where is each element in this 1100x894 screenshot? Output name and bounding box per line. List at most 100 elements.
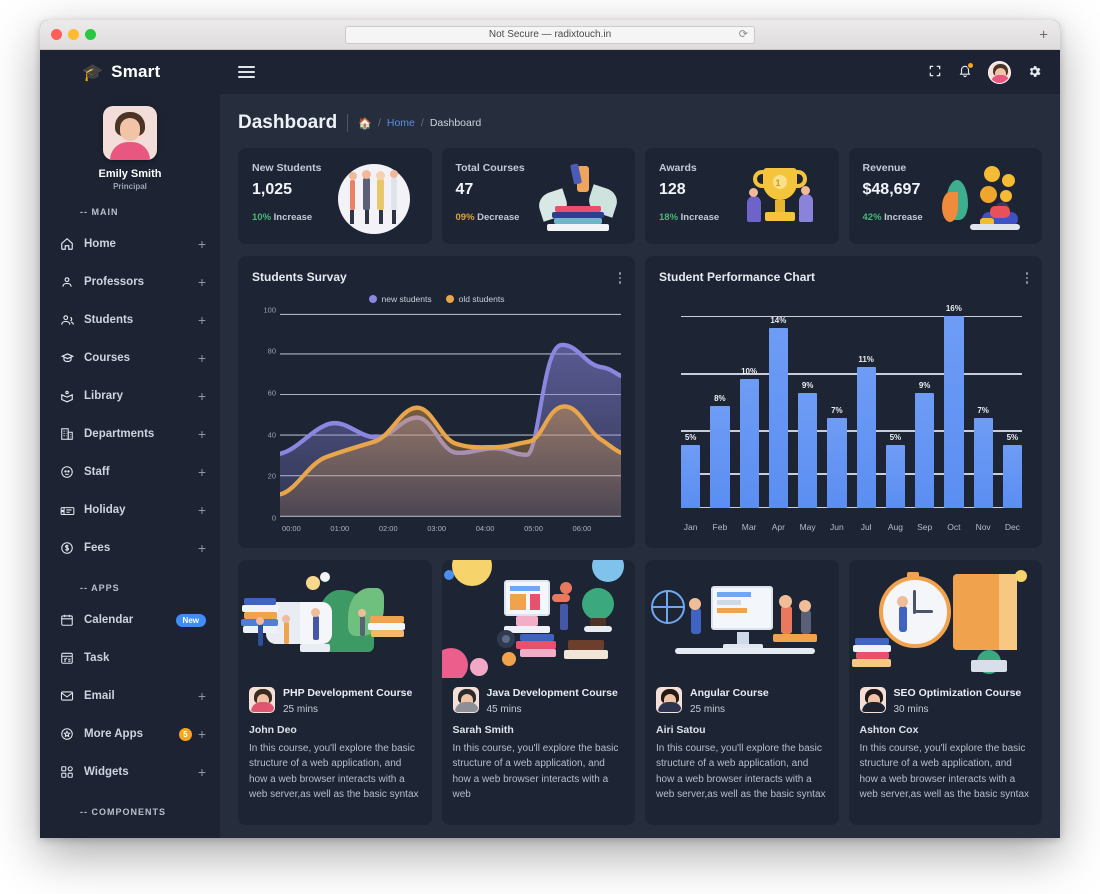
sidebar-item-label: More Apps: [84, 728, 143, 740]
legend-dot: [445, 294, 454, 303]
sidebar-item-staff[interactable]: Staff +: [40, 453, 220, 491]
avatar[interactable]: [103, 106, 157, 160]
expand-plus-icon[interactable]: +: [198, 351, 206, 365]
staff-face-icon: [60, 465, 84, 479]
expand-plus-icon[interactable]: +: [198, 275, 206, 289]
window-controls[interactable]: [51, 29, 96, 40]
stat-card-awards[interactable]: Awards 128 18% Increase 1: [645, 148, 839, 244]
students-survey-chart-card: Students Survay new students old student…: [238, 256, 635, 548]
bar[interactable]: [885, 444, 905, 508]
sidebar-item-library[interactable]: Library +: [40, 377, 220, 415]
expand-plus-icon[interactable]: +: [198, 465, 206, 479]
sidebar-item-departments[interactable]: Departments +: [40, 415, 220, 453]
expand-plus-icon[interactable]: +: [198, 765, 206, 779]
expand-plus-icon[interactable]: +: [198, 389, 206, 403]
area-chart-plot: 100 80 60 40 20 0 00:00 01:00 02:00 03:0…: [252, 305, 624, 541]
sidebar-item-label: Staff: [84, 466, 110, 478]
bar[interactable]: [739, 379, 759, 508]
expand-plus-icon[interactable]: +: [198, 727, 206, 741]
stat-label: New Students: [252, 162, 322, 174]
sidebar-item-widgets[interactable]: Widgets +: [40, 753, 220, 791]
bar[interactable]: [681, 444, 701, 508]
bar[interactable]: [768, 328, 788, 508]
legend-item-new-students[interactable]: new students: [368, 294, 432, 304]
sidebar-item-students[interactable]: Students +: [40, 301, 220, 339]
maximize-window-button[interactable]: [85, 29, 96, 40]
course-card[interactable]: Angular Course 25 mins Airi Satou In thi…: [645, 560, 839, 825]
sidebar-item-home[interactable]: Home +: [40, 225, 220, 263]
sidebar-item-task[interactable]: Task: [40, 639, 220, 677]
bar[interactable]: [856, 366, 876, 508]
x-axis-labels: 00:00 01:00 02:00 03:00 04:00 05:00 06:0…: [282, 524, 621, 540]
sidebar-item-calendar[interactable]: Calendar New: [40, 601, 220, 639]
task-list-icon: [60, 651, 84, 665]
bar[interactable]: [710, 405, 730, 508]
books-reading-illustration: [238, 560, 432, 678]
breadcrumb-link-home[interactable]: Home: [387, 117, 415, 129]
sidebar-item-label: Widgets: [84, 766, 129, 778]
sidebar-item-email[interactable]: Email +: [40, 677, 220, 715]
breadcrumb-current: Dashboard: [429, 117, 482, 129]
bar[interactable]: [827, 418, 847, 508]
sidebar-item-fees[interactable]: Fees +: [40, 529, 220, 567]
sidebar-item-label: Professors: [84, 276, 145, 288]
expand-plus-icon[interactable]: +: [198, 313, 206, 327]
sidebar-item-more-apps[interactable]: More Apps 5 +: [40, 715, 220, 753]
kebab-menu-icon[interactable]: [1025, 270, 1028, 286]
gear-icon[interactable]: [1027, 64, 1042, 81]
x-tick: Dec: [1004, 522, 1020, 532]
url-text: Not Secure — radixtouch.in: [488, 29, 612, 40]
expand-plus-icon[interactable]: +: [198, 541, 206, 555]
reload-icon[interactable]: ⟳: [739, 29, 748, 40]
legend-dot: [368, 294, 377, 303]
bar[interactable]: [944, 315, 964, 508]
hamburger-icon[interactable]: [238, 66, 255, 78]
building-icon: [60, 427, 84, 441]
expand-plus-icon[interactable]: +: [198, 503, 206, 517]
stat-card-total-courses[interactable]: Total Courses 47 09% Decrease: [441, 148, 635, 244]
count-badge: 5: [178, 727, 192, 741]
avatar[interactable]: [988, 60, 1011, 84]
legend-item-old-students[interactable]: old students: [445, 294, 504, 304]
sidebar-item-courses[interactable]: Courses +: [40, 339, 220, 377]
stat-delta: 10% Increase: [252, 212, 321, 223]
course-title: Java Development Course: [486, 687, 618, 699]
stat-value: 1,025: [252, 181, 293, 198]
y-tick: 40: [267, 430, 276, 440]
course-card[interactable]: PHP Development Course 25 mins John Deo …: [238, 560, 432, 825]
expand-plus-icon[interactable]: +: [198, 427, 206, 441]
stat-delta: 09% Decrease: [456, 212, 525, 223]
course-author: Sarah Smith: [452, 724, 514, 737]
stat-value: $48,697: [862, 181, 921, 198]
close-window-button[interactable]: [51, 29, 62, 40]
sidebar-item-professors[interactable]: Professors +: [40, 263, 220, 301]
stat-card-revenue[interactable]: Revenue $48,697 42% Increase: [848, 148, 1042, 244]
bell-icon[interactable]: [958, 62, 974, 80]
address-bar[interactable]: Not Secure — radixtouch.in ⟳: [345, 25, 755, 44]
bar-item: 14%: [768, 304, 788, 508]
y-tick: 60: [267, 388, 276, 398]
new-tab-button[interactable]: +: [1039, 27, 1048, 42]
stat-card-new-students[interactable]: New Students 1,025 10% Increase: [238, 148, 432, 244]
apps-star-icon: [60, 727, 84, 741]
bar[interactable]: [973, 418, 993, 508]
bar-value-label: 7%: [977, 406, 989, 416]
brand-logo[interactable]: 🎓 Smart: [40, 50, 220, 94]
course-card[interactable]: SEO Optimization Course 30 mins Ashton C…: [848, 560, 1042, 825]
expand-plus-icon[interactable]: +: [198, 237, 206, 251]
bar[interactable]: [798, 393, 818, 508]
fullscreen-icon[interactable]: [928, 64, 942, 80]
sidebar-item-holiday[interactable]: Holiday +: [40, 491, 220, 529]
kebab-menu-icon[interactable]: [618, 270, 621, 286]
browser-titlebar: Not Secure — radixtouch.in ⟳ +: [40, 20, 1060, 50]
stat-value: 128: [659, 181, 686, 198]
expand-plus-icon[interactable]: +: [198, 689, 206, 703]
minimize-window-button[interactable]: [68, 29, 79, 40]
calendar-icon: [60, 613, 84, 627]
bar-value-label: 11%: [858, 354, 874, 364]
course-card[interactable]: Java Development Course 45 mins Sarah Sm…: [441, 560, 635, 825]
bar-value-label: 9%: [918, 381, 931, 391]
bar[interactable]: [1002, 444, 1022, 508]
home-icon[interactable]: 🏠: [358, 117, 372, 130]
bar[interactable]: [915, 393, 935, 508]
